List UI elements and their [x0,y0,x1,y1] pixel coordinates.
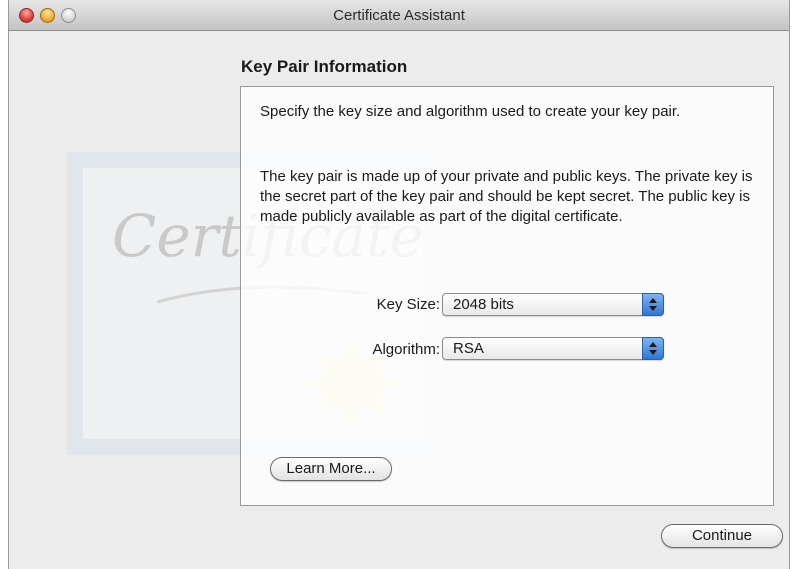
title-bar[interactable]: Certificate Assistant [9,0,789,31]
description-text-2: The key pair is made up of your private … [260,168,753,225]
popup-arrows-icon [642,293,664,316]
popup-arrows-icon [642,337,664,360]
algorithm-popup[interactable]: RSA [442,337,664,360]
continue-button[interactable]: Continue [661,524,783,548]
window-title: Certificate Assistant [333,7,465,24]
key-size-popup[interactable]: 2048 bits [442,293,664,316]
certificate-assistant-window: Certificate Assistant Certificate Key Pa… [8,0,790,569]
page-heading: Key Pair Information [241,57,408,76]
description-text-1: Specify the key size and algorithm used … [260,103,681,120]
key-size-label: Key Size: [376,296,440,313]
learn-more-button[interactable]: Learn More... [270,457,392,481]
algorithm-value: RSA [453,340,484,357]
content-panel: Specify the key size and algorithm used … [240,86,774,506]
key-size-value: 2048 bits [453,296,514,313]
algorithm-label: Algorithm: [372,341,440,358]
